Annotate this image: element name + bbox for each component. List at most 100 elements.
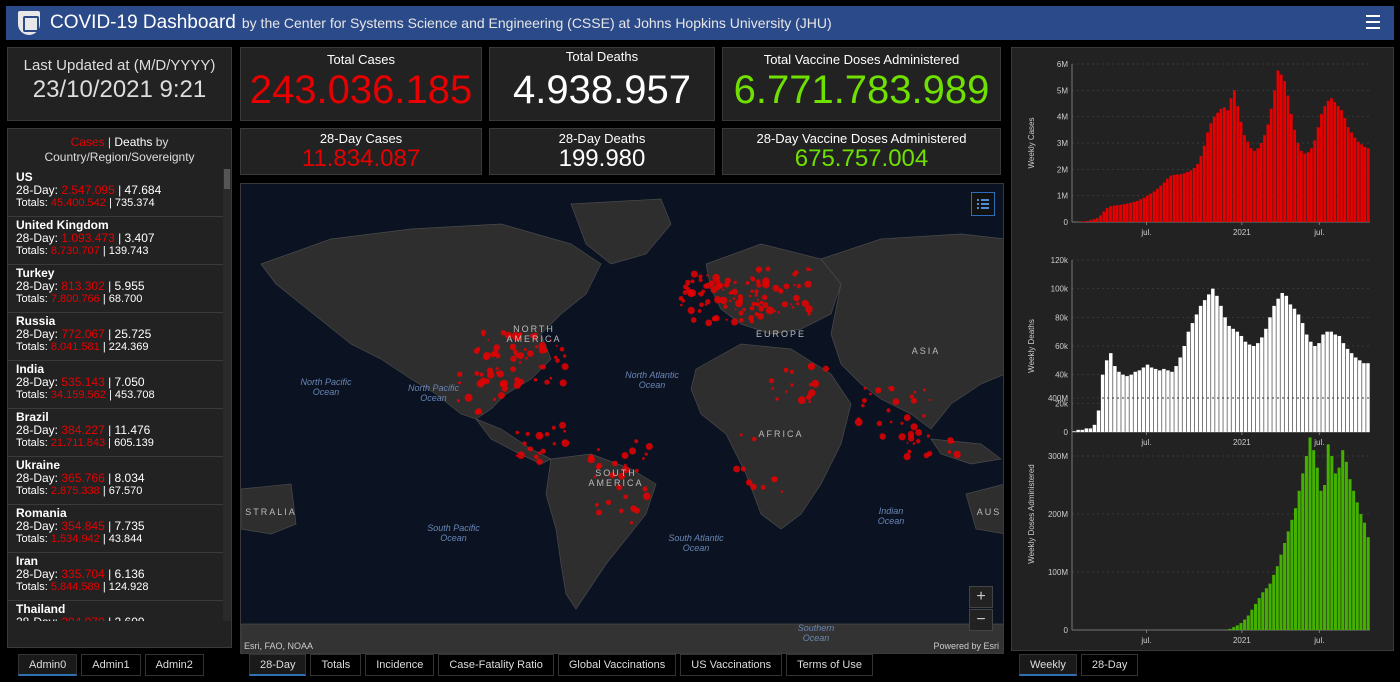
country-totals: Totals: 8.730.707 | 139.743 [16, 245, 149, 257]
bar [1211, 288, 1215, 432]
y-tick-label: 300M [1048, 452, 1068, 461]
list-item[interactable]: Brazil 28-Day: 384.227 | 11.476 Totals: 21… [8, 409, 232, 457]
tab-case-fatality-ratio[interactable]: Case-Fatality Ratio [438, 654, 554, 676]
bar [1323, 106, 1327, 222]
bar [1317, 343, 1321, 432]
bar [1333, 102, 1337, 222]
landmass-antarctica [241, 623, 1003, 653]
bar [1303, 153, 1307, 222]
case-dot [515, 430, 520, 435]
case-dot [926, 434, 931, 438]
list-item[interactable]: India 28-Day: 535.143 | 7.050 Totals: 34.1… [8, 361, 232, 409]
bar [1096, 410, 1101, 432]
case-dot [739, 317, 744, 323]
tab-28-day[interactable]: 28-Day [249, 654, 307, 676]
bar [1341, 343, 1346, 432]
list-item[interactable]: Thailand28-Day: 294.079 | 2.609Totals: 1… [8, 601, 232, 622]
admin-level-tabs: Admin0 Admin1 Admin2 [18, 654, 204, 676]
x-tick-label: 2021 [1233, 228, 1251, 237]
case-dot [513, 349, 519, 355]
bar [1099, 215, 1102, 222]
country-28day: 28-Day: 365.766 | 8.034 [16, 471, 145, 485]
bar [1289, 114, 1293, 222]
bar [1363, 146, 1367, 222]
app-title: COVID-19 Dashboard [50, 12, 236, 33]
case-dot [861, 403, 865, 408]
case-dot [906, 441, 909, 444]
tab-weekly[interactable]: Weekly [1019, 654, 1077, 676]
case-dot [737, 297, 744, 303]
hamburger-menu-icon[interactable] [1366, 15, 1380, 29]
case-dot [555, 344, 558, 347]
case-dot [704, 303, 707, 306]
tab-admin1[interactable]: Admin1 [81, 654, 141, 676]
case-dot [523, 348, 527, 351]
country-list[interactable]: US 28-Day: 2.547.095 | 47.684 Totals: 45.4… [8, 169, 232, 621]
case-dot [723, 282, 730, 288]
y-tick-label: 3M [1057, 139, 1068, 148]
case-dot [587, 455, 595, 464]
day28-deaths-panel: 28-Day Deaths 199.980 [489, 128, 715, 175]
case-dot [559, 379, 567, 387]
case-dot [886, 408, 891, 413]
country-list-scrollbar[interactable] [223, 169, 231, 621]
case-dot [687, 306, 695, 314]
case-dot [552, 442, 556, 446]
case-dot [642, 457, 645, 460]
bar [1283, 81, 1286, 222]
bar [1153, 368, 1158, 432]
tab-global-vaccinations[interactable]: Global Vaccinations [557, 654, 677, 676]
y-tick-label: 0 [1064, 428, 1069, 437]
tab-incidence[interactable]: Incidence [365, 654, 435, 676]
case-dot [794, 270, 799, 275]
tab-admin0[interactable]: Admin0 [18, 654, 78, 676]
list-item[interactable]: Ukraine 28-Day: 365.766 | 8.034 Totals: 2.… [8, 457, 232, 505]
label-southern-ocean: Southern Ocean [797, 623, 835, 643]
bar [1137, 370, 1142, 432]
legend-list-icon[interactable] [971, 192, 995, 216]
world-map[interactable]: NORTH AMERICA SOUTH AMERICA EUROPE AFRIC… [240, 183, 1004, 654]
list-item[interactable]: Iran 28-Day: 335.704 | 6.136 Totals: 5.844… [8, 553, 232, 601]
case-dot [457, 371, 463, 377]
y-tick-label: 40k [1055, 371, 1069, 380]
bar [1264, 328, 1268, 432]
case-dot [522, 441, 527, 446]
tab-admin2[interactable]: Admin2 [144, 654, 204, 676]
zoom-in-button[interactable]: + [969, 586, 993, 608]
total-cases-panel: Total Cases 243.036.185 [240, 47, 482, 121]
list-item[interactable]: United Kingdom 28-Day: 1.093.473 | 3.407 T… [8, 217, 232, 265]
list-item[interactable]: Turkey 28-Day: 813.302 | 5.955 Totals: 7.8… [8, 265, 232, 313]
bar [1363, 522, 1367, 630]
day28-deaths-value: 199.980 [558, 145, 646, 172]
tab-totals[interactable]: Totals [310, 654, 362, 676]
list-item[interactable]: US 28-Day: 2.547.095 | 47.684 Totals: 45.4… [8, 169, 232, 217]
bar [1156, 188, 1159, 222]
bar [1239, 623, 1243, 630]
bar [1360, 144, 1364, 222]
bar [1304, 334, 1309, 432]
tab-28-day[interactable]: 28-Day [1080, 654, 1139, 676]
bar [1076, 429, 1080, 432]
day28-vaccine-panel: 28-Day Vaccine Doses Administered 675.75… [722, 128, 1001, 175]
case-dot [861, 398, 867, 403]
tab-terms-of-use[interactable]: Terms of Use [786, 654, 873, 676]
y-axis-label: Weekly Deaths [1027, 319, 1036, 373]
y-tick-label: 0 [1064, 218, 1069, 227]
zoom-out-button[interactable]: − [969, 609, 993, 631]
case-dot [922, 388, 927, 392]
day28-cases-panel: 28-Day Cases 11.834.087 [240, 128, 482, 175]
bar [1352, 490, 1356, 630]
map-canvas[interactable] [241, 184, 1004, 654]
list-item[interactable]: Russia 28-Day: 772.067 | 25.725 Totals: 8.… [8, 313, 232, 361]
map-credit-right[interactable]: Powered by Esri [933, 641, 999, 651]
bar [1344, 461, 1348, 630]
case-dot [808, 400, 811, 403]
case-dot [750, 276, 754, 280]
case-dot [755, 266, 763, 273]
scrollbar-thumb[interactable] [224, 169, 230, 189]
list-item[interactable]: Romania 28-Day: 354.845 | 7.735 Totals: 1.… [8, 505, 232, 553]
bar [1358, 360, 1362, 432]
tab-us-vaccinations[interactable]: US Vaccinations [680, 654, 783, 676]
bar [1246, 615, 1250, 630]
case-dot [596, 509, 602, 516]
